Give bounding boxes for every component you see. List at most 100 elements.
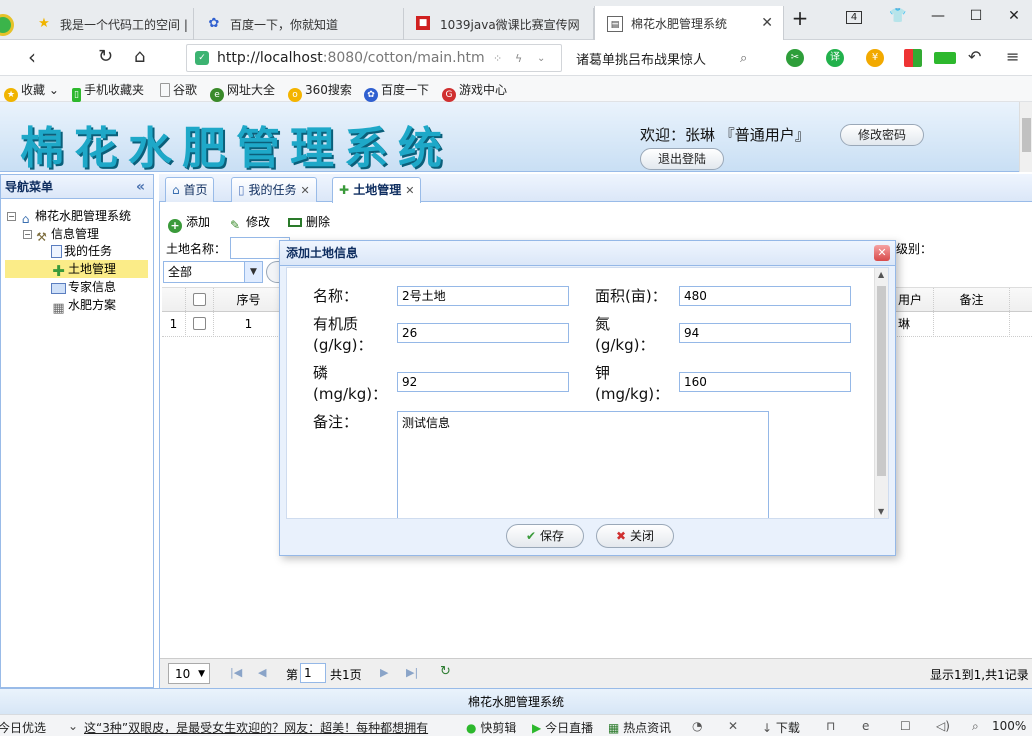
scrollbar-thumb[interactable] xyxy=(1022,118,1031,152)
grid-apps-icon[interactable]: ⁘ xyxy=(493,52,502,65)
chevron-down-icon[interactable]: ⌄ xyxy=(68,719,78,733)
new-tab-icon[interactable]: + xyxy=(786,6,814,30)
translate-icon[interactable]: 译 xyxy=(826,49,844,67)
tree-root[interactable]: − ⌂ 棉花水肥管理系统 xyxy=(7,207,131,226)
mode-icon[interactable]: ⊓ xyxy=(826,719,835,733)
nitrogen-input[interactable]: 94 xyxy=(679,323,851,343)
dialog-scrollbar[interactable]: ▲ ▼ xyxy=(874,268,888,518)
bookmark-games[interactable]: G 游戏中心 xyxy=(442,81,507,102)
page-number-input[interactable]: 1 xyxy=(300,663,326,683)
tree-item-plans[interactable]: ▦ 水肥方案 xyxy=(51,296,116,316)
undo-icon[interactable]: ↶ xyxy=(968,46,981,68)
window-close-icon[interactable]: ✕ xyxy=(1000,8,1028,24)
bookmark-mobile[interactable]: ▯ 手机收藏夹 xyxy=(72,81,144,102)
scrollbar-thumb[interactable] xyxy=(877,286,886,476)
scroll-down-icon[interactable]: ▼ xyxy=(878,507,884,516)
browser-tab-2[interactable]: ✿ 百度一下，你就知道 xyxy=(194,8,404,40)
tree-group-info[interactable]: − ⚒ 信息管理 xyxy=(23,225,99,244)
collapse-tree-icon[interactable]: − xyxy=(7,212,16,221)
window-icon[interactable]: ☐ xyxy=(900,719,911,733)
scissors-icon[interactable]: ✂ xyxy=(786,49,804,67)
status-hot-news[interactable]: ▦ 热点资讯 xyxy=(608,719,671,736)
tab-count-badge[interactable]: 4 xyxy=(840,8,868,24)
save-button[interactable]: ✔ 保存 xyxy=(506,524,584,548)
status-quick-edit[interactable]: ● 快剪辑 xyxy=(466,719,516,736)
zoom-level[interactable]: 100% xyxy=(992,719,1026,733)
maximize-icon[interactable]: ☐ xyxy=(962,8,990,24)
chevron-down-icon[interactable]: ▼ xyxy=(244,262,262,282)
tab-home[interactable]: ⌂ 首页 xyxy=(165,177,215,202)
ie-icon[interactable]: e xyxy=(862,719,869,733)
status-news-link[interactable]: 这“3种”双眼皮，是最受女生欢迎的？网友：超美！每种都想拥有 xyxy=(84,719,428,736)
phosphorus-input[interactable]: 92 xyxy=(397,372,569,392)
grid-header-seq[interactable]: 序号 xyxy=(214,288,284,313)
name-input[interactable]: 2号土地 xyxy=(397,286,569,306)
zoom-icon[interactable]: ⌕ xyxy=(972,719,979,734)
bookmark-360[interactable]: o 360搜索 xyxy=(288,81,352,102)
bookmark-baidu[interactable]: ✿ 百度一下 xyxy=(364,81,429,102)
home-icon[interactable]: ⌂ xyxy=(134,46,145,68)
edit-button[interactable]: ✎ 修改 xyxy=(228,213,270,232)
logout-button[interactable]: 退出登陆 xyxy=(640,148,724,170)
chevron-down-icon[interactable]: ⌄ xyxy=(537,53,545,64)
status-select[interactable]: 全部 ▼ xyxy=(163,261,263,283)
bookmark-google[interactable]: 谷歌 xyxy=(160,81,197,98)
browser-tab-3[interactable]: ■ 1039java微课比赛宣传网 xyxy=(404,8,594,40)
nitrogen-label: 氮 (g/kg)： xyxy=(595,315,655,354)
last-page-icon[interactable]: ▶| xyxy=(406,666,418,679)
tree-item-my-tasks[interactable]: 我的任务 xyxy=(51,242,112,260)
url-input[interactable]: ✓ http://localhost:8080/cotton/main.htm … xyxy=(186,44,562,72)
collapse-tree-icon[interactable]: − xyxy=(23,230,32,239)
close-icon[interactable]: ✕ xyxy=(874,245,890,261)
lightning-icon[interactable]: ϟ xyxy=(515,52,522,65)
prev-page-icon[interactable]: ◀ xyxy=(258,666,266,679)
battery-icon[interactable] xyxy=(934,52,956,64)
tab-my-tasks[interactable]: ▯ 我的任务 ✕ xyxy=(231,177,317,202)
close-tab-icon[interactable]: ✕ xyxy=(761,15,773,31)
status-live[interactable]: ▶ 今日直播 xyxy=(532,719,593,736)
grid-header-remark[interactable]: 备注 xyxy=(934,288,1010,313)
status-today-picks[interactable]: 今日优选 xyxy=(0,719,46,736)
page-size-select[interactable]: 10 ▼ xyxy=(168,663,210,684)
coupon-icon[interactable]: ¥ xyxy=(866,49,884,67)
browser-tab-4[interactable]: ▤ 棉花水肥管理系统 ✕ xyxy=(594,6,784,41)
apps-icon[interactable] xyxy=(904,49,922,67)
browser-tab-1[interactable]: ★ 我是一个代码工的空间 | xyxy=(24,8,194,40)
chevron-down-icon[interactable]: ▼ xyxy=(198,664,205,684)
reload-icon[interactable]: ↻ xyxy=(98,46,113,68)
volume-icon[interactable]: ◁) xyxy=(936,719,950,733)
search-icon[interactable]: ⌕ xyxy=(740,51,747,66)
browser-logo-icon[interactable] xyxy=(0,14,14,36)
back-icon[interactable]: ‹ xyxy=(28,46,36,68)
close-button[interactable]: ✖ 关闭 xyxy=(596,524,674,548)
scroll-up-icon[interactable]: ▲ xyxy=(878,270,884,279)
collapse-icon[interactable]: « xyxy=(136,175,145,199)
menu-icon[interactable]: ≡ xyxy=(1006,46,1019,68)
select-all-checkbox[interactable] xyxy=(186,288,214,313)
delete-button[interactable]: 删除 xyxy=(288,213,330,230)
tree-item-experts[interactable]: 专家信息 xyxy=(51,278,116,296)
page-scrollbar[interactable] xyxy=(1019,102,1032,172)
bookmark-favorites[interactable]: ★ 收藏 ⌄ xyxy=(4,81,59,102)
search-input[interactable]: 诸葛单挑吕布战果惊人 ⌕ xyxy=(570,44,762,72)
tree-item-land[interactable]: ✚ 土地管理 xyxy=(5,260,148,279)
organic-input[interactable]: 26 xyxy=(397,323,569,343)
status-download[interactable]: ↓ 下载 xyxy=(762,719,800,736)
speed-icon[interactable]: ◔ xyxy=(692,719,702,733)
minimize-icon[interactable]: — xyxy=(924,8,952,24)
refresh-icon[interactable]: ↻ xyxy=(440,664,451,679)
first-page-icon[interactable]: |◀ xyxy=(230,666,242,679)
potassium-input[interactable]: 160 xyxy=(679,372,851,392)
close-icon[interactable]: ✕ xyxy=(300,184,309,197)
area-input[interactable]: 480 xyxy=(679,286,851,306)
close-icon[interactable]: ✕ xyxy=(405,184,414,197)
next-page-icon[interactable]: ▶ xyxy=(380,666,388,679)
remark-textarea[interactable]: 测试信息 xyxy=(397,411,769,518)
tab-land[interactable]: ✚ 土地管理 ✕ xyxy=(332,177,422,203)
bookmark-portal[interactable]: e 网址大全 xyxy=(210,81,275,102)
change-password-button[interactable]: 修改密码 xyxy=(840,124,924,146)
add-button[interactable]: + 添加 xyxy=(168,213,210,233)
row-checkbox[interactable] xyxy=(186,312,214,337)
tools-icon[interactable]: ✕ xyxy=(728,719,738,733)
shirt-icon[interactable]: 👕 xyxy=(884,8,912,24)
